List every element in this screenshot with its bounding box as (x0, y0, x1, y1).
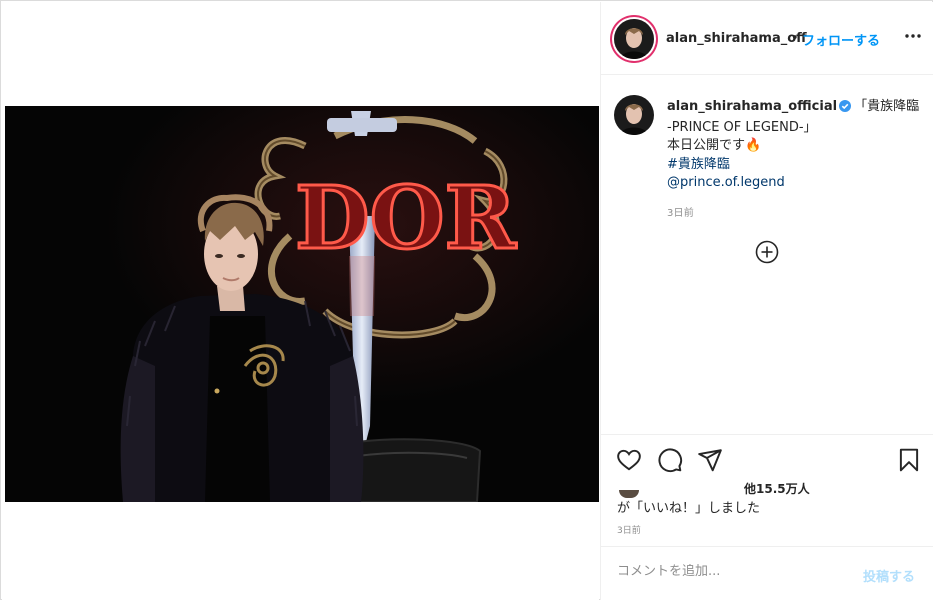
media-area: DOR (2, 2, 599, 600)
caption-area: alan_shirahama_official 「貴族降臨 -PRINCE OF … (601, 76, 933, 433)
post-header: alan_shirahama_off • フォローする (601, 2, 933, 75)
caption-username[interactable]: alan_shirahama_official (667, 99, 837, 114)
more-options-icon[interactable] (901, 24, 925, 48)
comment-bar: 投稿する (601, 546, 933, 600)
separator-dot: • (791, 31, 799, 46)
bookmark-icon[interactable] (896, 447, 922, 473)
likes-suffix: が「いいね！」しました (617, 501, 761, 516)
plus-circle-icon[interactable] (755, 240, 779, 264)
heart-icon[interactable] (616, 447, 642, 473)
neon-sign-text: DOR (295, 168, 516, 269)
comment-icon[interactable] (657, 447, 683, 473)
post-photo[interactable]: DOR (5, 106, 599, 502)
caption-line-1: 「貴族降臨 (854, 99, 920, 114)
comment-input[interactable] (617, 564, 837, 579)
follow-button[interactable]: フォローする (802, 30, 880, 49)
caption-line-3: 本日公開です🔥 (667, 138, 762, 153)
caption-avatar[interactable] (614, 95, 654, 135)
post-sidebar: alan_shirahama_off • フォローする alan_shiraha… (600, 2, 933, 600)
avatar-image (614, 19, 654, 59)
caption-hashtag[interactable]: #貴族降臨 (667, 156, 922, 175)
post-dialog: DOR alan_shirahama_off • フォローする alan_shi… (0, 0, 933, 600)
post-comment-button[interactable]: 投稿する (863, 566, 915, 585)
likes-count[interactable]: 他15.5万人 (744, 480, 810, 497)
avatar-image (614, 95, 654, 135)
paper-plane-icon[interactable] (697, 447, 723, 473)
header-avatar[interactable] (614, 19, 654, 59)
post-timestamp[interactable]: 3日前 (617, 523, 641, 536)
caption-timestamp: 3日前 (667, 208, 694, 219)
post-caption: alan_shirahama_official 「貴族降臨 -PRINCE OF … (667, 98, 922, 193)
action-bar: 他15.5万人 が「いいね！」しました 3日前 (601, 434, 933, 546)
header-username[interactable]: alan_shirahama_off (666, 31, 807, 46)
verified-badge-icon (839, 100, 852, 119)
photo-illustration: DOR (5, 106, 599, 502)
caption-mention[interactable]: @prince.of.legend (667, 174, 922, 193)
caption-line-2: -PRINCE OF LEGEND-」 (667, 119, 817, 135)
